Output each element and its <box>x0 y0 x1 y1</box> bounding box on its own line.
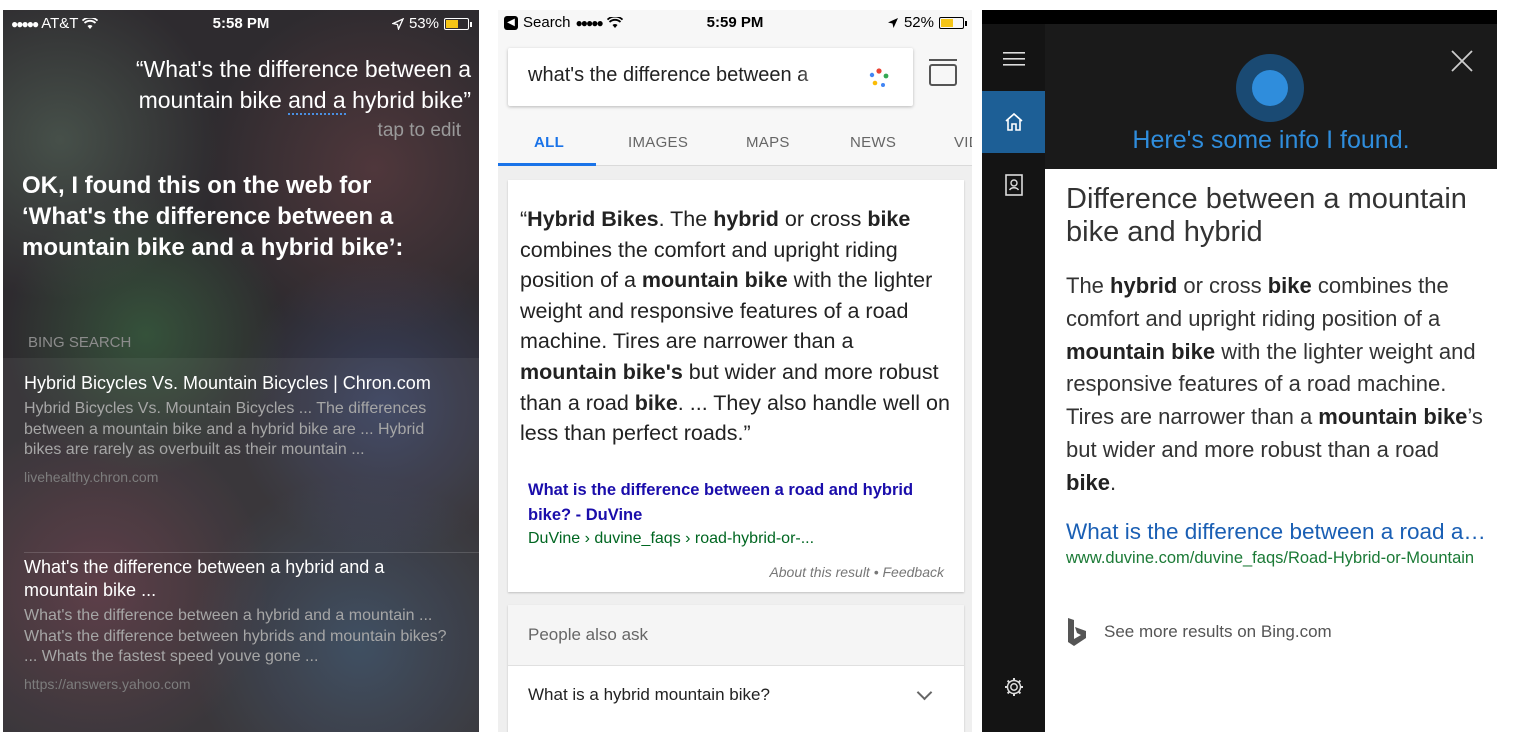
google-header: what's the difference between a ALL IMAG… <box>498 36 972 166</box>
cortana-panel: Here's some info I found. Difference bet… <box>982 10 1508 732</box>
siri-result-divider <box>24 552 479 553</box>
bold-term: mountain bike <box>1066 338 1216 364</box>
bing-search-section-label: BING SEARCH <box>28 334 132 351</box>
bold-term: mountain bike <box>1318 404 1468 430</box>
siri-status-bar: ●●●●● AT&T 5:58 PM 53% <box>3 10 479 36</box>
siri-query-line1: “What's the difference between a <box>135 56 471 82</box>
tab-images[interactable]: IMAGES <box>628 134 688 151</box>
siri-result-snippet: Hybrid Bicycles Vs. Mountain Bicycles ..… <box>24 400 427 458</box>
battery-icon <box>939 16 967 29</box>
home-icon <box>1004 112 1023 131</box>
tab-videos[interactable]: VIDEOS <box>954 134 972 151</box>
about-result-feedback[interactable]: About this result • Feedback <box>769 564 944 580</box>
text-run: or cross <box>1177 273 1268 298</box>
tab-switcher-icon[interactable] <box>929 59 957 86</box>
featured-snippet-breadcrumb[interactable]: DuVine › duvine_faqs › road-hybrid-or-..… <box>528 530 814 548</box>
search-tabs: ALL IMAGES MAPS NEWS VIDEOS <box>498 126 972 166</box>
featured-snippet-link[interactable]: What is the difference between a road an… <box>528 478 938 528</box>
cortana-greeting: Here's some info I found. <box>1132 126 1410 154</box>
see-more-bing[interactable]: See more results on Bing.com <box>1066 617 1332 647</box>
cortana-sidebar <box>982 24 1045 732</box>
siri-result-item[interactable]: What's the difference between a hybrid a… <box>24 556 454 692</box>
sidebar-item-home[interactable] <box>982 91 1045 153</box>
close-icon[interactable] <box>1449 48 1475 74</box>
text-run: or cross <box>778 207 868 231</box>
siri-query-underlined: and a <box>288 87 346 115</box>
tap-to-edit-hint[interactable]: tap to edit <box>378 120 461 142</box>
bold-term: bike <box>867 207 911 231</box>
active-tab-indicator <box>498 163 596 166</box>
siri-results-list: Hybrid Bicycles Vs. Mountain Bicycles | … <box>3 358 479 732</box>
answer-url[interactable]: www.duvine.com/duvine_faqs/Road-Hybrid-o… <box>1066 549 1486 568</box>
siri-battery-percent: 53% <box>408 15 439 32</box>
battery-icon <box>444 17 472 30</box>
notebook-icon <box>1004 174 1023 196</box>
location-arrow-icon <box>887 17 898 28</box>
chevron-down-icon[interactable] <box>916 684 933 701</box>
siri-result-url: livehealthy.chron.com <box>24 468 159 485</box>
bold-term: bike <box>1066 469 1111 495</box>
siri-result-title: Hybrid Bicycles Vs. Mountain Bicycles | … <box>24 373 431 393</box>
location-arrow-icon <box>391 17 404 30</box>
siri-query-text[interactable]: “What's the difference between a mountai… <box>51 54 471 116</box>
siri-result-snippet: What's the difference between a hybrid a… <box>24 607 447 665</box>
see-more-bing-label: See more results on Bing.com <box>1104 622 1332 641</box>
featured-snippet-text: “Hybrid Bikes. The hybrid or cross bike … <box>520 204 950 449</box>
answer-text: The hybrid or cross bike combines the co… <box>1066 270 1486 500</box>
text-run: . <box>1110 469 1117 495</box>
siri-query-pre: mountain bike <box>138 87 289 113</box>
answer-title: Difference between a mountain bike and h… <box>1066 183 1467 248</box>
people-also-ask-question[interactable]: What is a hybrid mountain bike? <box>528 685 770 705</box>
google-panel: ◀ Search ●●●●● 5:59 PM 52% what's the di… <box>498 10 972 732</box>
text-run: . The <box>658 207 714 231</box>
google-battery-percent: 52% <box>903 14 934 31</box>
text-run: The <box>1066 273 1111 298</box>
people-also-ask-card: People also ask What is a hybrid mountai… <box>508 605 964 732</box>
bing-logo-icon <box>1068 618 1086 646</box>
people-also-ask-title: People also ask <box>528 625 649 644</box>
siri-result-title: What's the difference between a hybrid a… <box>24 557 385 600</box>
tab-all[interactable]: ALL <box>534 134 564 151</box>
people-also-ask-header: People also ask <box>508 605 964 666</box>
bold-term: hybrid <box>1110 273 1178 298</box>
bold-term: Hybrid Bikes <box>527 207 659 231</box>
google-status-bar: ◀ Search ●●●●● 5:59 PM 52% <box>498 10 972 36</box>
cortana-orb-icon[interactable] <box>1236 54 1304 122</box>
siri-query-post: hybrid bike” <box>345 87 471 113</box>
bold-term: bike <box>634 390 678 415</box>
hamburger-menu-button[interactable] <box>982 28 1045 90</box>
siri-result-url: https://answers.yahoo.com <box>24 675 191 692</box>
cortana-header: Here's some info I found. <box>1045 24 1497 169</box>
siri-query-line2: mountain bike and a hybrid bike” <box>51 85 471 116</box>
bold-term: mountain bike's <box>520 359 683 384</box>
tab-news[interactable]: NEWS <box>850 134 896 151</box>
bold-term: mountain bike <box>641 268 788 293</box>
search-input[interactable]: what's the difference between a <box>528 64 838 87</box>
tab-maps[interactable]: MAPS <box>746 134 790 151</box>
hamburger-icon <box>1002 52 1025 66</box>
siri-answer-text: OK, I found this on the web for ‘What's … <box>22 172 404 261</box>
cortana-answer-card: Difference between a mountain bike and h… <box>1045 169 1497 732</box>
siri-result-item[interactable]: Hybrid Bicycles Vs. Mountain Bicycles | … <box>24 372 454 485</box>
search-box[interactable]: what's the difference between a <box>508 48 913 106</box>
sidebar-item-settings[interactable] <box>982 656 1045 718</box>
bold-term: bike <box>1267 273 1312 298</box>
sidebar-item-notebook[interactable] <box>982 154 1045 216</box>
answer-link[interactable]: What is the difference between a road an… <box>1066 519 1486 545</box>
bold-term: hybrid <box>713 207 779 231</box>
window-edge <box>1497 10 1508 732</box>
featured-snippet-card: “Hybrid Bikes. The hybrid or cross bike … <box>508 180 964 592</box>
google-dots-icon[interactable] <box>867 66 891 90</box>
siri-panel: ●●●●● AT&T 5:58 PM 53% “What's the diffe… <box>3 10 479 732</box>
settings-icon <box>1004 678 1023 696</box>
